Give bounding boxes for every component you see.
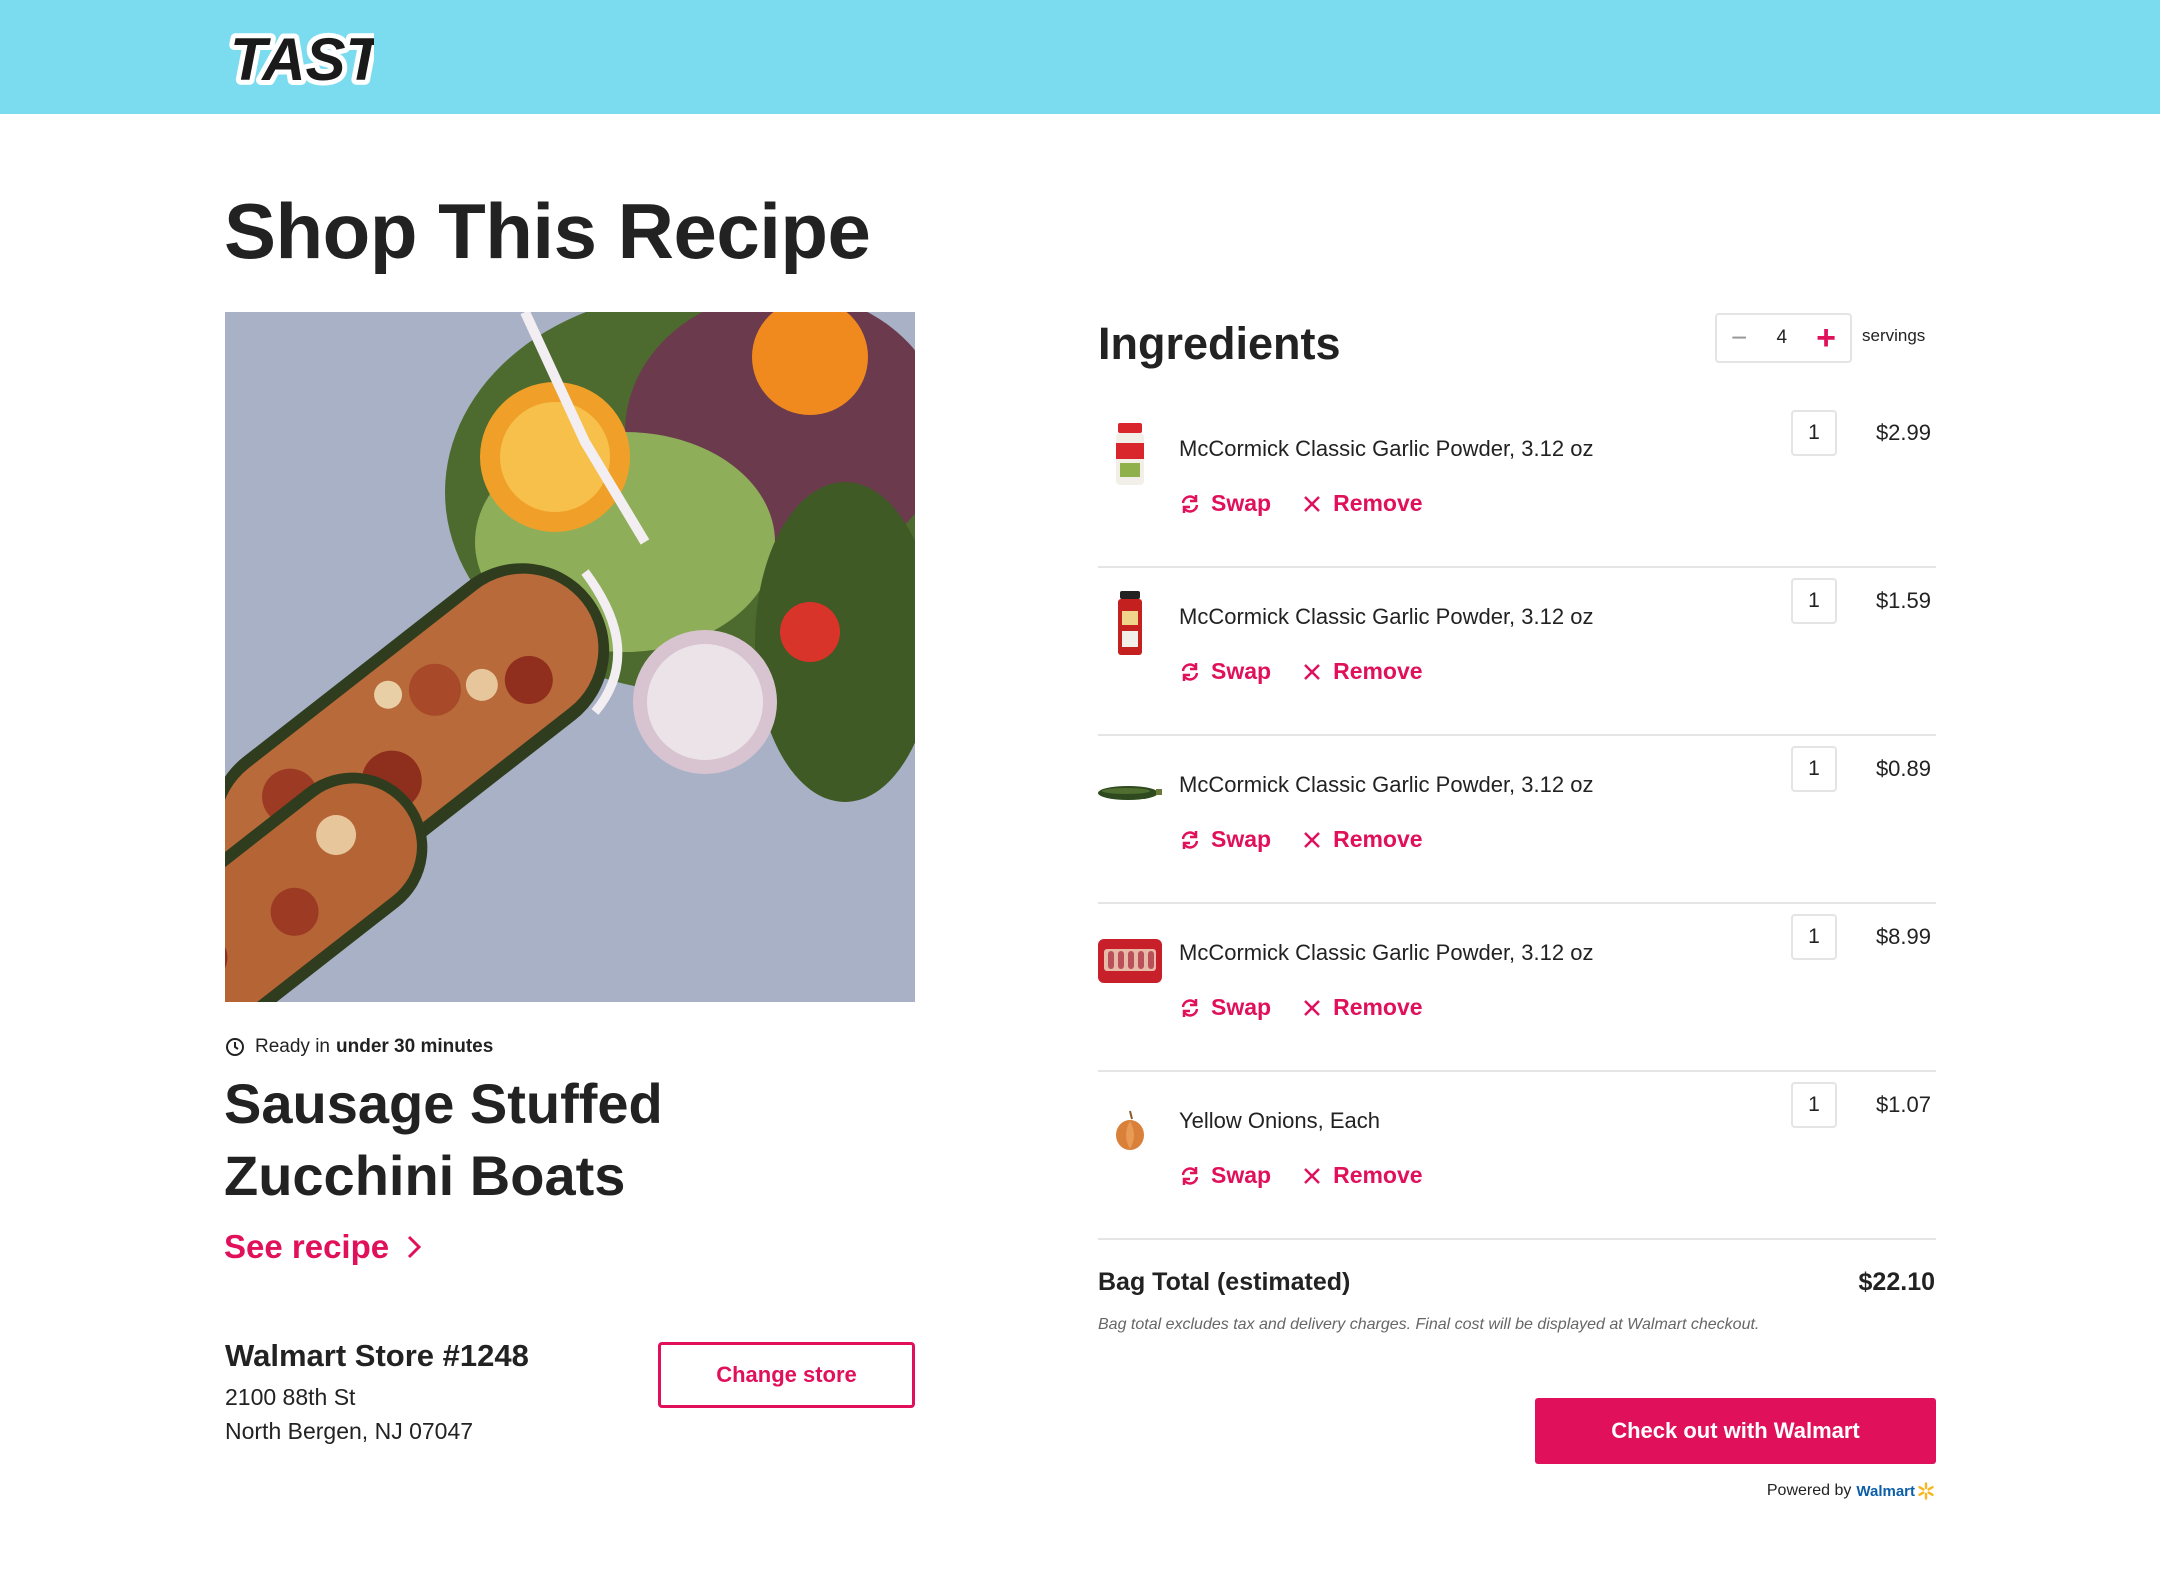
- powered-by-label: Powered by: [1766, 1482, 1852, 1499]
- quantity-selector[interactable]: 1: [1791, 1082, 1837, 1128]
- remove-button[interactable]: Remove: [1301, 826, 1423, 853]
- ingredient-price: $1.59: [1875, 588, 1931, 613]
- walmart-logo-text: Walmart: [1856, 1482, 1915, 1500]
- servings-stepper: − 4 +: [1715, 313, 1852, 363]
- chevron-right-icon: [408, 1235, 422, 1259]
- remove-button[interactable]: Remove: [1301, 658, 1423, 685]
- close-icon: [1304, 1167, 1320, 1184]
- zucchini-icon: [1098, 754, 1162, 830]
- decrease-servings-button[interactable]: −: [1731, 324, 1747, 352]
- swap-button[interactable]: Swap: [1179, 490, 1271, 517]
- ingredient-name: McCormick Classic Garlic Powder, 3.12 oz: [1179, 436, 1594, 461]
- remove-label: Remove: [1333, 490, 1423, 516]
- swap-label: Swap: [1211, 994, 1272, 1020]
- see-recipe-link[interactable]: See recipe: [224, 1228, 425, 1266]
- ingredient-price: $2.99: [1875, 420, 1931, 445]
- swap-icon: [1181, 1166, 1199, 1185]
- ingredient-row: McCormick Classic Garlic Powder, 3.12 oz…: [1098, 568, 1936, 736]
- ready-time: Ready in under 30 minutes: [225, 1036, 493, 1058]
- close-icon: [1304, 495, 1320, 512]
- ingredient-row: Yellow Onions, Each 1 $1.07 Swap Remove: [1098, 1072, 1936, 1240]
- ingredient-price: $0.89: [1875, 756, 1931, 781]
- servings-count: 4: [1776, 327, 1788, 348]
- ingredient-price: $8.99: [1875, 924, 1931, 949]
- store-address-line2: North Bergen, NJ 07047: [225, 1418, 474, 1444]
- swap-button[interactable]: Swap: [1179, 1162, 1271, 1189]
- ingredient-name: McCormick Classic Garlic Powder, 3.12 oz: [1179, 604, 1594, 629]
- swap-button[interactable]: Swap: [1179, 994, 1271, 1021]
- remove-label: Remove: [1333, 1162, 1423, 1188]
- ingredient-row: McCormick Classic Garlic Powder, 3.12 oz…: [1098, 736, 1936, 904]
- bag-total-value: $22.10: [1858, 1268, 1935, 1296]
- ingredient-name: Yellow Onions, Each: [1179, 1108, 1380, 1133]
- ingredient-row: McCormick Classic Garlic Powder, 3.12 oz…: [1098, 904, 1936, 1072]
- increase-servings-button[interactable]: +: [1816, 321, 1836, 355]
- swap-label: Swap: [1211, 490, 1272, 516]
- powered-by: Powered by Walmart: [1767, 1482, 1935, 1500]
- walmart-spark-icon: [1918, 1482, 1934, 1500]
- remove-button[interactable]: Remove: [1301, 1162, 1423, 1189]
- ingredient-price: $1.07: [1875, 1092, 1931, 1117]
- bag-total-note: Bag total excludes tax and delivery char…: [1098, 1316, 1760, 1333]
- close-icon: [1304, 999, 1320, 1016]
- quantity-selector[interactable]: 1: [1791, 578, 1837, 624]
- checkout-walmart-button[interactable]: Check out with Walmart: [1535, 1398, 1936, 1464]
- recipe-photo: [225, 312, 915, 1002]
- swap-icon: [1181, 830, 1199, 849]
- quantity-selector[interactable]: 1: [1791, 410, 1837, 456]
- svg-text:TASTY: TASTY: [230, 26, 374, 93]
- clock-icon: [225, 1037, 245, 1057]
- ready-duration: under 30 minutes: [336, 1036, 494, 1057]
- close-icon: [1304, 831, 1320, 848]
- ingredient-name: McCormick Classic Garlic Powder, 3.12 oz: [1179, 940, 1594, 965]
- swap-label: Swap: [1211, 658, 1272, 684]
- spice-jar-red-icon: [1098, 586, 1162, 662]
- remove-label: Remove: [1333, 994, 1423, 1020]
- store-address-line1: 2100 88th St: [225, 1384, 356, 1410]
- change-store-button[interactable]: Change store: [658, 1342, 915, 1408]
- swap-label: Swap: [1211, 826, 1272, 852]
- tasty-logo[interactable]: TASTY TASTY: [224, 14, 432, 104]
- remove-button[interactable]: Remove: [1301, 490, 1423, 517]
- swap-button[interactable]: Swap: [1179, 826, 1271, 853]
- bag-total-label: Bag Total (estimated): [1098, 1268, 1351, 1296]
- see-recipe-label: See recipe: [224, 1228, 390, 1265]
- close-icon: [1304, 663, 1320, 680]
- swap-label: Swap: [1211, 1162, 1272, 1188]
- remove-button[interactable]: Remove: [1301, 994, 1423, 1021]
- top-header-bar: TASTY TASTY: [0, 0, 2160, 114]
- store-name: Walmart Store #1248: [225, 1338, 529, 1373]
- page-title: Shop This Recipe: [224, 187, 871, 275]
- ingredients-heading: Ingredients: [1098, 318, 1341, 369]
- ingredient-name: McCormick Classic Garlic Powder, 3.12 oz: [1179, 772, 1594, 797]
- garlic-powder-jar-icon: [1098, 418, 1162, 494]
- remove-label: Remove: [1333, 826, 1423, 852]
- quantity-selector[interactable]: 1: [1791, 746, 1837, 792]
- quantity-selector[interactable]: 1: [1791, 914, 1837, 960]
- swap-icon: [1181, 998, 1199, 1017]
- swap-button[interactable]: Swap: [1179, 658, 1271, 685]
- sausage-pack-icon: [1098, 922, 1162, 998]
- ingredient-row: McCormick Classic Garlic Powder, 3.12 oz…: [1098, 400, 1936, 568]
- servings-label: servings: [1862, 326, 1926, 345]
- remove-label: Remove: [1333, 658, 1423, 684]
- swap-icon: [1181, 494, 1199, 513]
- swap-icon: [1181, 662, 1199, 681]
- ready-prefix: Ready in: [255, 1036, 330, 1057]
- recipe-title: Sausage Stuffed Zucchini Boats: [224, 1072, 663, 1207]
- onion-icon: [1098, 1090, 1162, 1166]
